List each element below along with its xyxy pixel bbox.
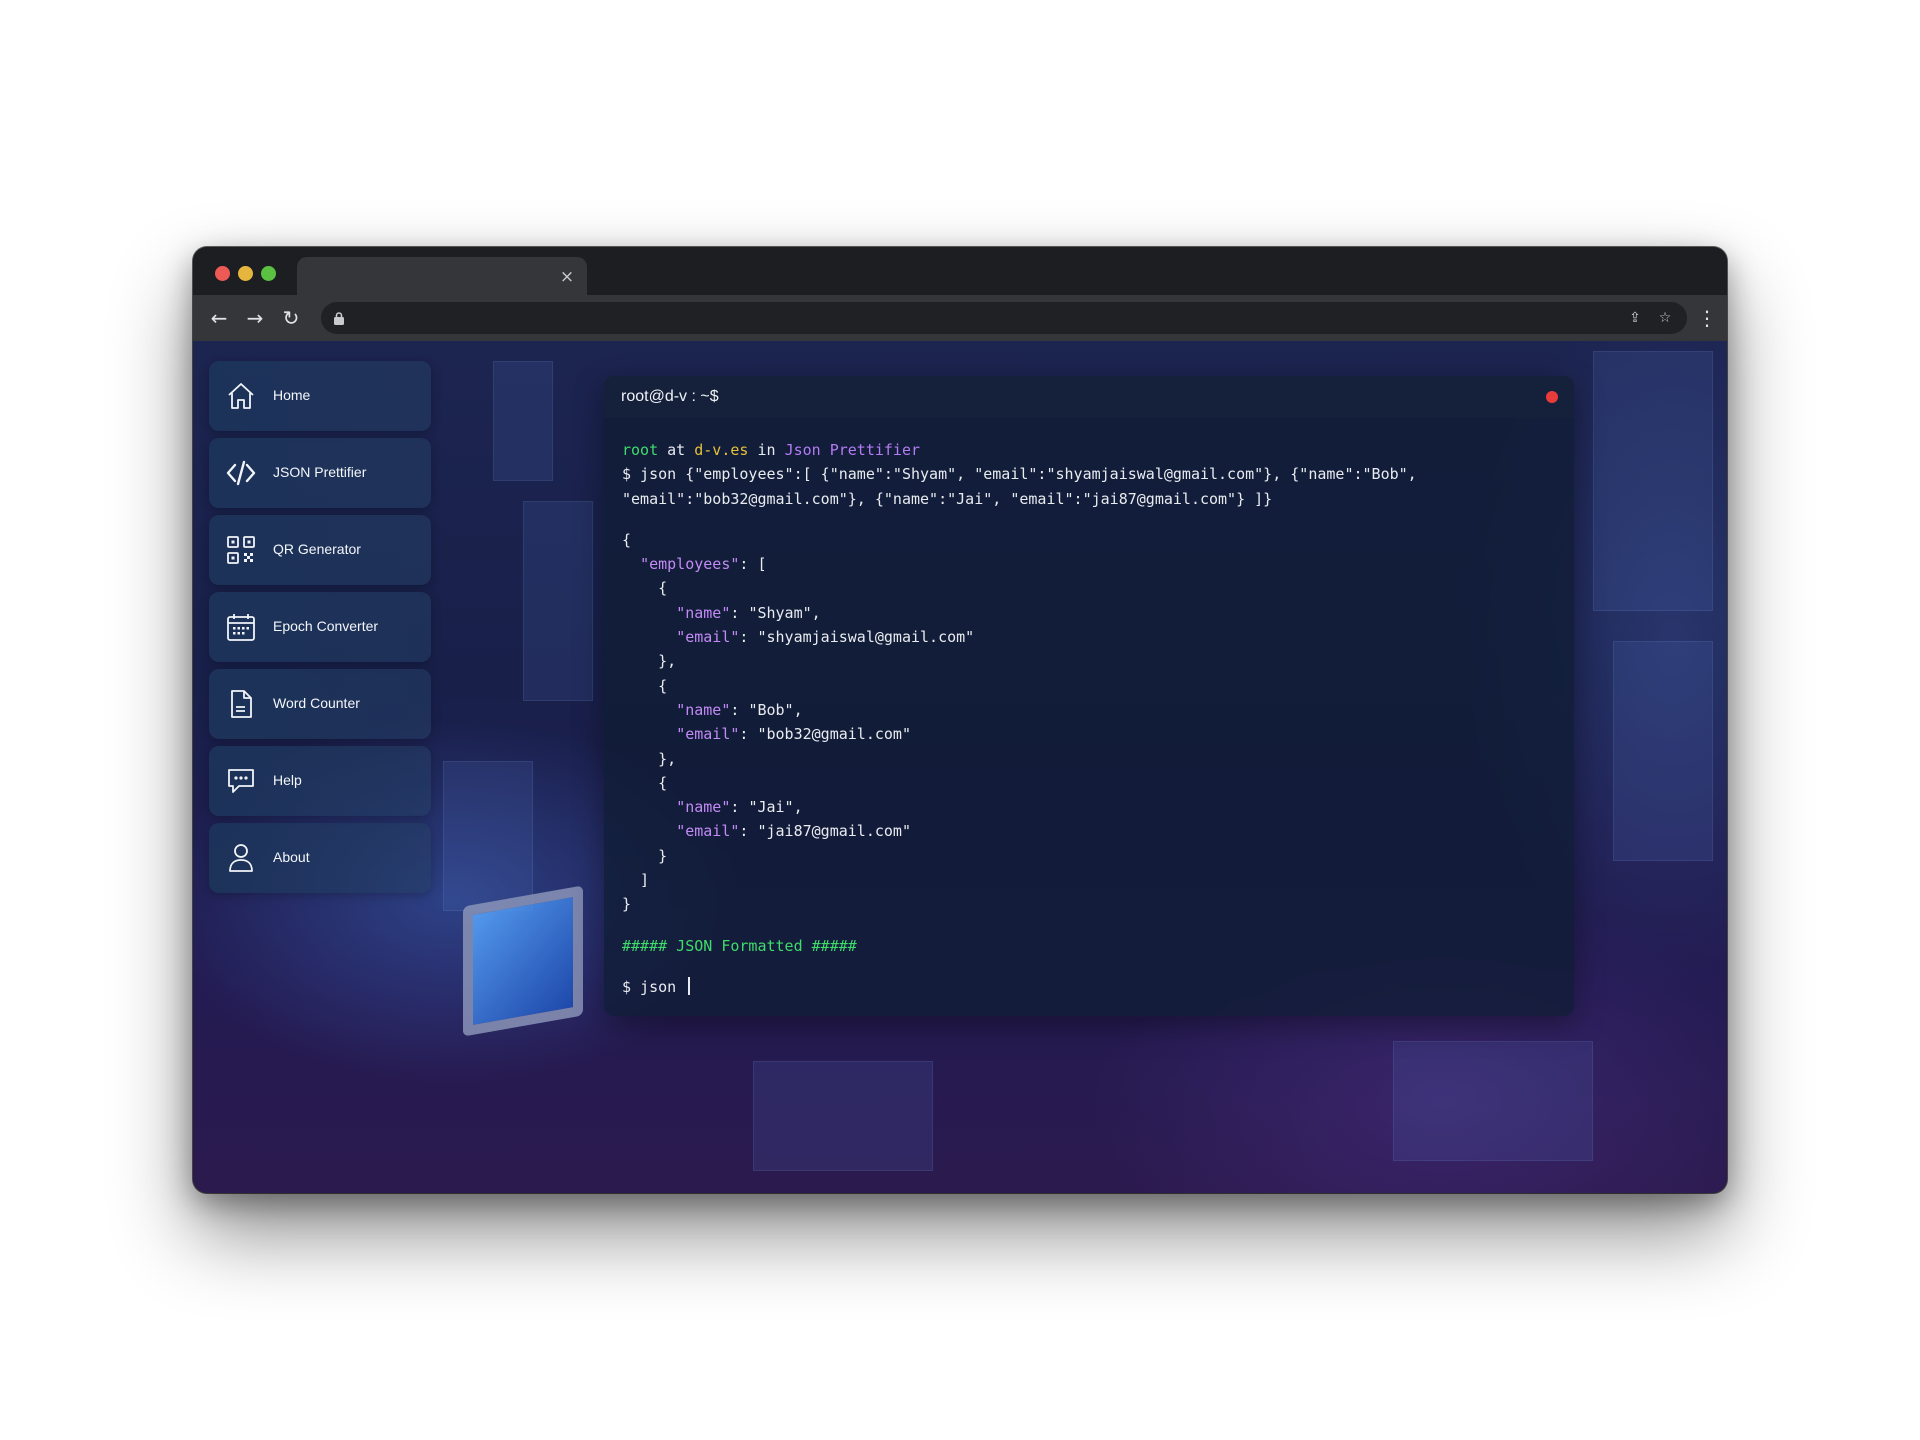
json-value: "bob32@gmail.com": [757, 725, 911, 744]
chat-bubble-icon: [228, 769, 254, 793]
json-value: "shyamjaiswal@gmail.com": [757, 628, 975, 647]
title-bar: ×: [193, 247, 1727, 297]
sidebar-item-label: Home: [273, 387, 311, 403]
maximize-window-button[interactable]: [261, 266, 276, 281]
prompt-line: root at d-v.es in Json Prettifier: [622, 438, 1556, 462]
input-prompt: $ json: [622, 977, 677, 996]
json-array-close: ]: [622, 871, 650, 890]
terminal-title: root@d-v : ~$: [621, 388, 719, 405]
json-key: "email": [676, 822, 740, 841]
home-icon: [228, 383, 254, 409]
sidebar-nav: Home JSON Prettifier QR Generator Epoch …: [209, 361, 431, 900]
text-cursor: [688, 976, 691, 995]
json-name-line: "name": "Jai",: [676, 798, 803, 817]
json-key: "email": [676, 725, 740, 744]
json-key: "name": [676, 798, 731, 817]
prompt-at: at: [658, 441, 695, 459]
sidebar-item-qr-generator[interactable]: QR Generator: [209, 515, 431, 585]
sidebar-item-label: Epoch Converter: [273, 618, 379, 634]
user-icon: [229, 844, 253, 872]
terminal-input-line[interactable]: $ json: [622, 975, 1556, 999]
share-icon[interactable]: ⇪: [1625, 308, 1645, 328]
json-name-line: "name": "Bob",: [676, 700, 803, 719]
terminal-header: root@d-v : ~$: [604, 376, 1574, 418]
browser-window: × ← → ↻ ⇪ ☆ ⋮ Home JSON Prettifier QR Ge…: [193, 247, 1727, 1193]
calendar-icon: [227, 614, 255, 641]
prompt-in: in: [748, 441, 785, 459]
sidebar-item-label: QR Generator: [273, 541, 361, 557]
retro-monitor-illustration: [463, 885, 583, 1037]
sidebar-item-json-prettifier[interactable]: JSON Prettifier: [209, 438, 431, 508]
status-line: ##### JSON Formatted #####: [622, 936, 857, 955]
terminal-window: root@d-v : ~$ root at d-v.es in Json Pre…: [604, 376, 1574, 1016]
json-close-brace: }: [622, 895, 632, 914]
json-key: "email": [676, 628, 740, 647]
json-email-line: "email": "shyamjaiswal@gmail.com": [676, 628, 975, 647]
json-email-line: "email": "jai87@gmail.com": [676, 822, 911, 841]
json-punct: {: [622, 579, 668, 598]
page-viewport: Home JSON Prettifier QR Generator Epoch …: [193, 341, 1727, 1193]
json-punct: {: [622, 773, 668, 792]
json-value: "Jai": [748, 798, 794, 817]
bookmark-star-icon[interactable]: ☆: [1655, 308, 1675, 328]
tab-close-icon[interactable]: ×: [557, 267, 577, 287]
command-line: $ json {"employees":[ {"name":"Shyam", "…: [622, 465, 1417, 484]
browser-menu-icon[interactable]: ⋮: [1697, 304, 1717, 332]
close-window-button[interactable]: [215, 266, 230, 281]
sidebar-item-home[interactable]: Home: [209, 361, 431, 431]
minimize-window-button[interactable]: [238, 266, 253, 281]
terminal-output: root at d-v.es in Json Prettifier $ json …: [622, 438, 1556, 999]
background-shape: [1593, 351, 1713, 611]
qr-code-icon: [227, 536, 255, 564]
browser-tab[interactable]: ×: [297, 257, 587, 297]
background-shape: [443, 761, 533, 911]
sidebar-item-help[interactable]: Help: [209, 746, 431, 816]
sidebar-item-label: Help: [273, 772, 302, 788]
json-key: "employees": [640, 555, 740, 574]
background-shape: [493, 361, 553, 481]
json-key: "name": [676, 700, 731, 719]
forward-arrow-icon[interactable]: →: [241, 304, 269, 332]
address-bar[interactable]: ⇪ ☆: [321, 302, 1687, 334]
json-punct: {: [622, 676, 668, 695]
json-employees-line: "employees": [: [622, 552, 1556, 576]
background-shape: [753, 1061, 933, 1171]
code-icon: [226, 460, 256, 486]
terminal-close-button[interactable]: [1546, 391, 1558, 403]
json-value: "jai87@gmail.com": [757, 822, 911, 841]
background-shape: [1393, 1041, 1593, 1161]
json-punct: }: [622, 846, 668, 865]
prompt-user: root: [622, 441, 659, 459]
json-key: "name": [676, 603, 731, 622]
background-shape: [523, 501, 593, 701]
browser-toolbar: ← → ↻ ⇪ ☆ ⋮: [193, 295, 1727, 341]
sidebar-item-label: Word Counter: [273, 695, 360, 711]
json-value: "Bob": [748, 700, 794, 719]
json-punct: },: [622, 652, 677, 671]
json-open-brace: {: [622, 530, 632, 549]
json-punct: : [: [739, 555, 767, 574]
reload-icon[interactable]: ↻: [277, 304, 305, 332]
sidebar-item-epoch-converter[interactable]: Epoch Converter: [209, 592, 431, 662]
json-name-line: "name": "Shyam",: [676, 603, 821, 622]
sidebar-item-word-counter[interactable]: Word Counter: [209, 669, 431, 739]
sidebar-item-label: About: [273, 849, 310, 865]
document-icon: [231, 690, 252, 718]
json-punct: },: [622, 749, 677, 768]
sidebar-item-about[interactable]: About: [209, 823, 431, 893]
json-value: "Shyam": [748, 603, 812, 622]
back-arrow-icon[interactable]: ←: [205, 304, 233, 332]
sidebar-item-label: JSON Prettifier: [273, 464, 367, 480]
background-shape: [1613, 641, 1713, 861]
lock-icon: [334, 312, 344, 325]
json-email-line: "email": "bob32@gmail.com": [676, 725, 911, 744]
prompt-host: d-v.es: [694, 441, 749, 459]
prompt-app: Json Prettifier: [784, 441, 921, 459]
command-line: "email":"bob32@gmail.com"}, {"name":"Jai…: [622, 489, 1273, 508]
